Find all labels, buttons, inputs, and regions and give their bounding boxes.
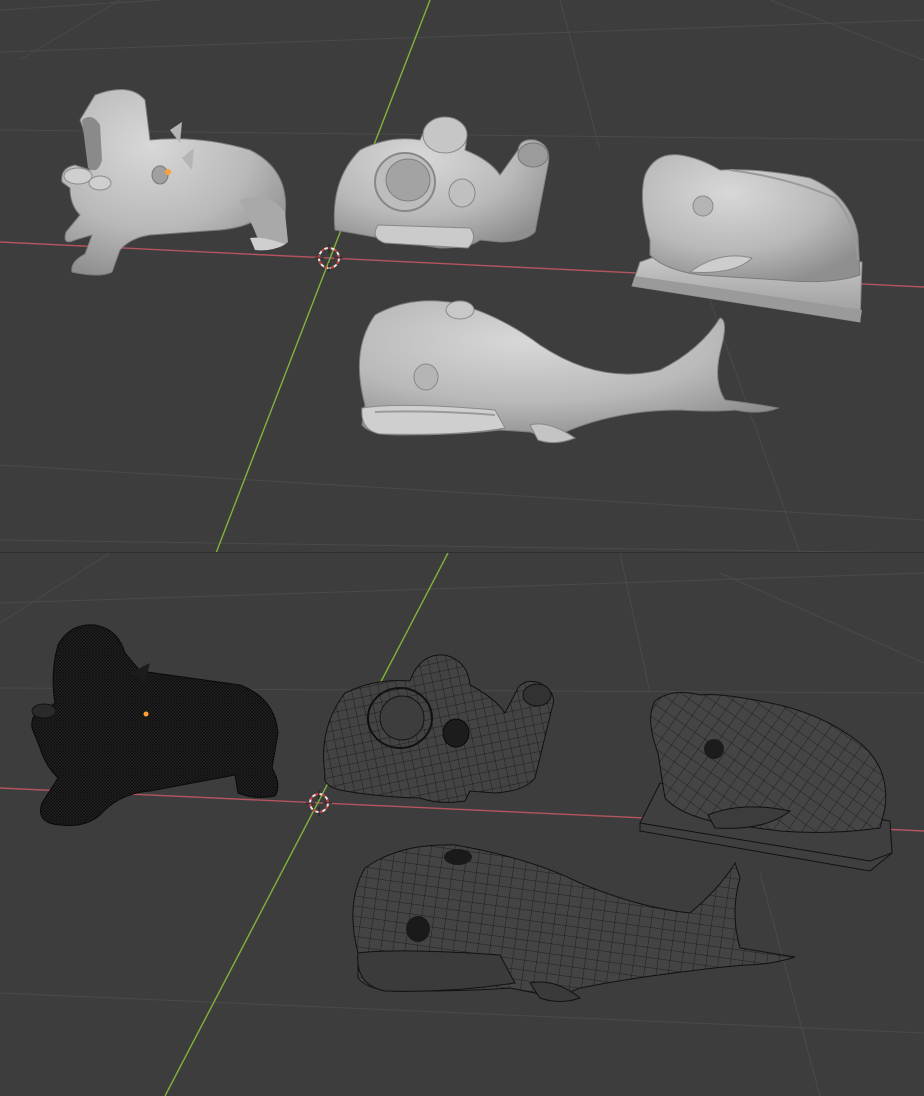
fish-model[interactable] (631, 154, 863, 323)
fish-model[interactable] (639, 692, 893, 872)
solid-viewport[interactable] (0, 0, 924, 553)
y-axis-line (215, 0, 431, 553)
wireframe-viewport-canvas[interactable] (0, 553, 924, 1096)
wireframe-viewport[interactable] (0, 553, 924, 1096)
object-origin-icon (165, 169, 171, 175)
koala-model[interactable] (333, 116, 550, 249)
koala-model[interactable] (323, 654, 554, 803)
whale-model[interactable] (352, 844, 796, 1002)
y-axis-line (164, 553, 449, 1096)
object-origin-icon (143, 711, 149, 717)
hippo-model[interactable] (61, 89, 288, 276)
solid-viewport-canvas[interactable] (0, 0, 924, 553)
whale-model[interactable] (358, 300, 780, 444)
